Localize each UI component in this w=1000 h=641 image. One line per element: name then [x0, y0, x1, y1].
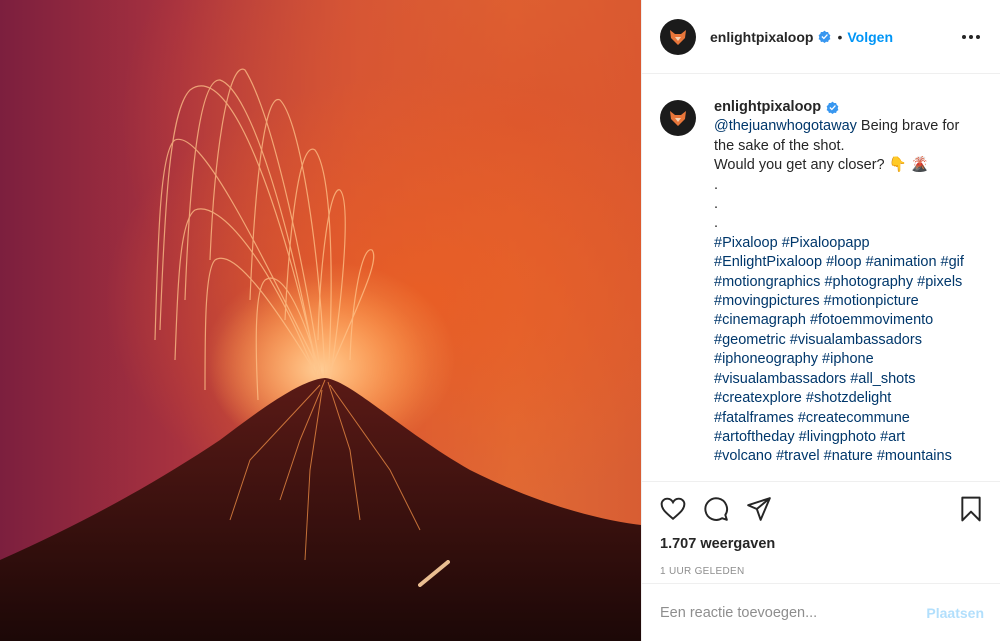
hashtag-link[interactable]: #fotoemmovimento: [810, 312, 933, 328]
hashtag-link[interactable]: #createcommune: [798, 410, 910, 426]
hashtag-link[interactable]: #pixels: [917, 274, 962, 290]
view-count[interactable]: 1.707 weergaven: [660, 536, 984, 552]
caption-line: #artoftheday #livingphoto #art: [714, 428, 964, 447]
comment-icon[interactable]: [703, 496, 729, 522]
hashtag-link[interactable]: #photography: [824, 274, 913, 290]
avatar[interactable]: [660, 100, 696, 136]
caption-line: #fatalframes #createcommune: [714, 409, 964, 428]
hashtag-link[interactable]: #motiongraphics: [714, 274, 820, 290]
caption-line: .: [714, 195, 964, 214]
caption-line: #cinemagraph #fotoemmovimento: [714, 311, 964, 330]
verified-icon: [819, 30, 831, 43]
comment-input[interactable]: [660, 604, 927, 621]
hashtag-link[interactable]: #nature: [824, 448, 873, 464]
volcano-image: [0, 68, 641, 641]
hashtag-link[interactable]: #fatalframes: [714, 410, 794, 426]
caption-line: .: [714, 176, 964, 195]
caption-line: .: [714, 214, 964, 233]
hashtag-link[interactable]: #gif: [941, 254, 964, 270]
hashtag-link[interactable]: #livingphoto: [799, 429, 876, 445]
hashtag-link[interactable]: #animation: [866, 254, 937, 270]
caption-line: #createxplore #shotzdelight: [714, 389, 964, 408]
fox-logo-icon: [670, 29, 686, 45]
hashtag-link[interactable]: #Pixaloop: [714, 235, 778, 251]
header-separator: •: [837, 28, 843, 45]
hashtag-link[interactable]: #geometric: [714, 332, 786, 348]
hashtag-link[interactable]: #travel: [776, 448, 820, 464]
caption-text-fragment: Would you get any closer? 👇 🌋: [714, 157, 929, 174]
caption-line: the sake of the shot.: [714, 137, 964, 156]
caption-line: #iphoneography #iphone: [714, 350, 964, 369]
share-icon[interactable]: [746, 496, 772, 522]
caption-line: #geometric #visualambassadors: [714, 331, 964, 350]
caption-line: #movingpictures #motionpicture: [714, 292, 964, 311]
hashtag-link[interactable]: #shotzdelight: [806, 390, 891, 406]
mention-link[interactable]: @thejuanwhogotaway: [714, 118, 857, 134]
caption-text-fragment: .: [714, 215, 719, 232]
caption-line: #EnlightPixaloop #loop #animation #gif: [714, 253, 964, 272]
hashtag-link[interactable]: #mountains: [877, 448, 952, 464]
actions-area: 1.707 weergaven 1 uur geleden: [642, 481, 1000, 583]
follow-button[interactable]: Volgen: [847, 29, 893, 45]
header-username[interactable]: enlightpixaloop: [710, 29, 813, 45]
action-bar: [660, 494, 984, 524]
hashtag-link[interactable]: #art: [880, 429, 905, 445]
caption-lines: @thejuanwhogotaway Being brave for the sa…: [714, 117, 964, 466]
caption-line: #visualambassadors #all_shots: [714, 370, 964, 389]
caption-username[interactable]: enlightpixaloop: [714, 98, 821, 117]
caption-line: #motiongraphics #photography #pixels: [714, 273, 964, 292]
caption-line: Would you get any closer? 👇 🌋: [714, 156, 964, 175]
post-timestamp[interactable]: 1 uur geleden: [660, 566, 984, 577]
bookmark-icon[interactable]: [958, 496, 984, 522]
verified-icon: [826, 101, 839, 115]
caption-text-fragment: .: [714, 196, 719, 213]
hashtag-link[interactable]: #EnlightPixaloop: [714, 254, 822, 270]
caption-text: enlightpixaloop @thejuanwhogotaway Being…: [714, 98, 964, 480]
hashtag-link[interactable]: #Pixaloopapp: [782, 235, 870, 251]
post-comment-button[interactable]: Plaatsen: [926, 605, 984, 621]
comment-bar: Plaatsen: [642, 583, 1000, 641]
hashtag-link[interactable]: #iphone: [822, 351, 874, 367]
hashtag-link[interactable]: #all_shots: [850, 371, 915, 387]
caption-text-fragment: .: [714, 176, 719, 193]
caption-text-fragment: Being brave for: [856, 118, 960, 135]
hashtag-link[interactable]: #iphoneography: [714, 351, 818, 367]
more-icon[interactable]: [958, 31, 984, 43]
caption-line: #volcano #travel #nature #mountains: [714, 447, 964, 466]
avatar[interactable]: [660, 18, 696, 55]
hashtag-link[interactable]: #movingpictures: [714, 293, 820, 309]
post-details-panel: enlightpixaloop • Volgen enlightpixaloop: [641, 0, 1000, 641]
hashtag-link[interactable]: #cinemagraph: [714, 312, 806, 328]
caption-line: @thejuanwhogotaway Being brave for: [714, 117, 964, 136]
hashtag-link[interactable]: #visualambassadors: [714, 371, 846, 387]
post-header: enlightpixaloop • Volgen: [642, 0, 1000, 74]
hashtag-link[interactable]: #motionpicture: [824, 293, 919, 309]
caption-section: enlightpixaloop @thejuanwhogotaway Being…: [642, 74, 1000, 480]
caption-text-fragment: the sake of the shot.: [714, 137, 845, 154]
hashtag-link[interactable]: #createxplore: [714, 390, 802, 406]
hashtag-link[interactable]: #loop: [826, 254, 861, 270]
heart-icon[interactable]: [660, 496, 686, 522]
hashtag-link[interactable]: #visualambassadors: [790, 332, 922, 348]
hashtag-link[interactable]: #artoftheday: [714, 429, 795, 445]
fox-logo-icon: [670, 111, 686, 126]
post-media[interactable]: [0, 0, 641, 641]
hashtag-link[interactable]: #volcano: [714, 448, 772, 464]
caption-line: #Pixaloop #Pixaloopapp: [714, 234, 964, 253]
